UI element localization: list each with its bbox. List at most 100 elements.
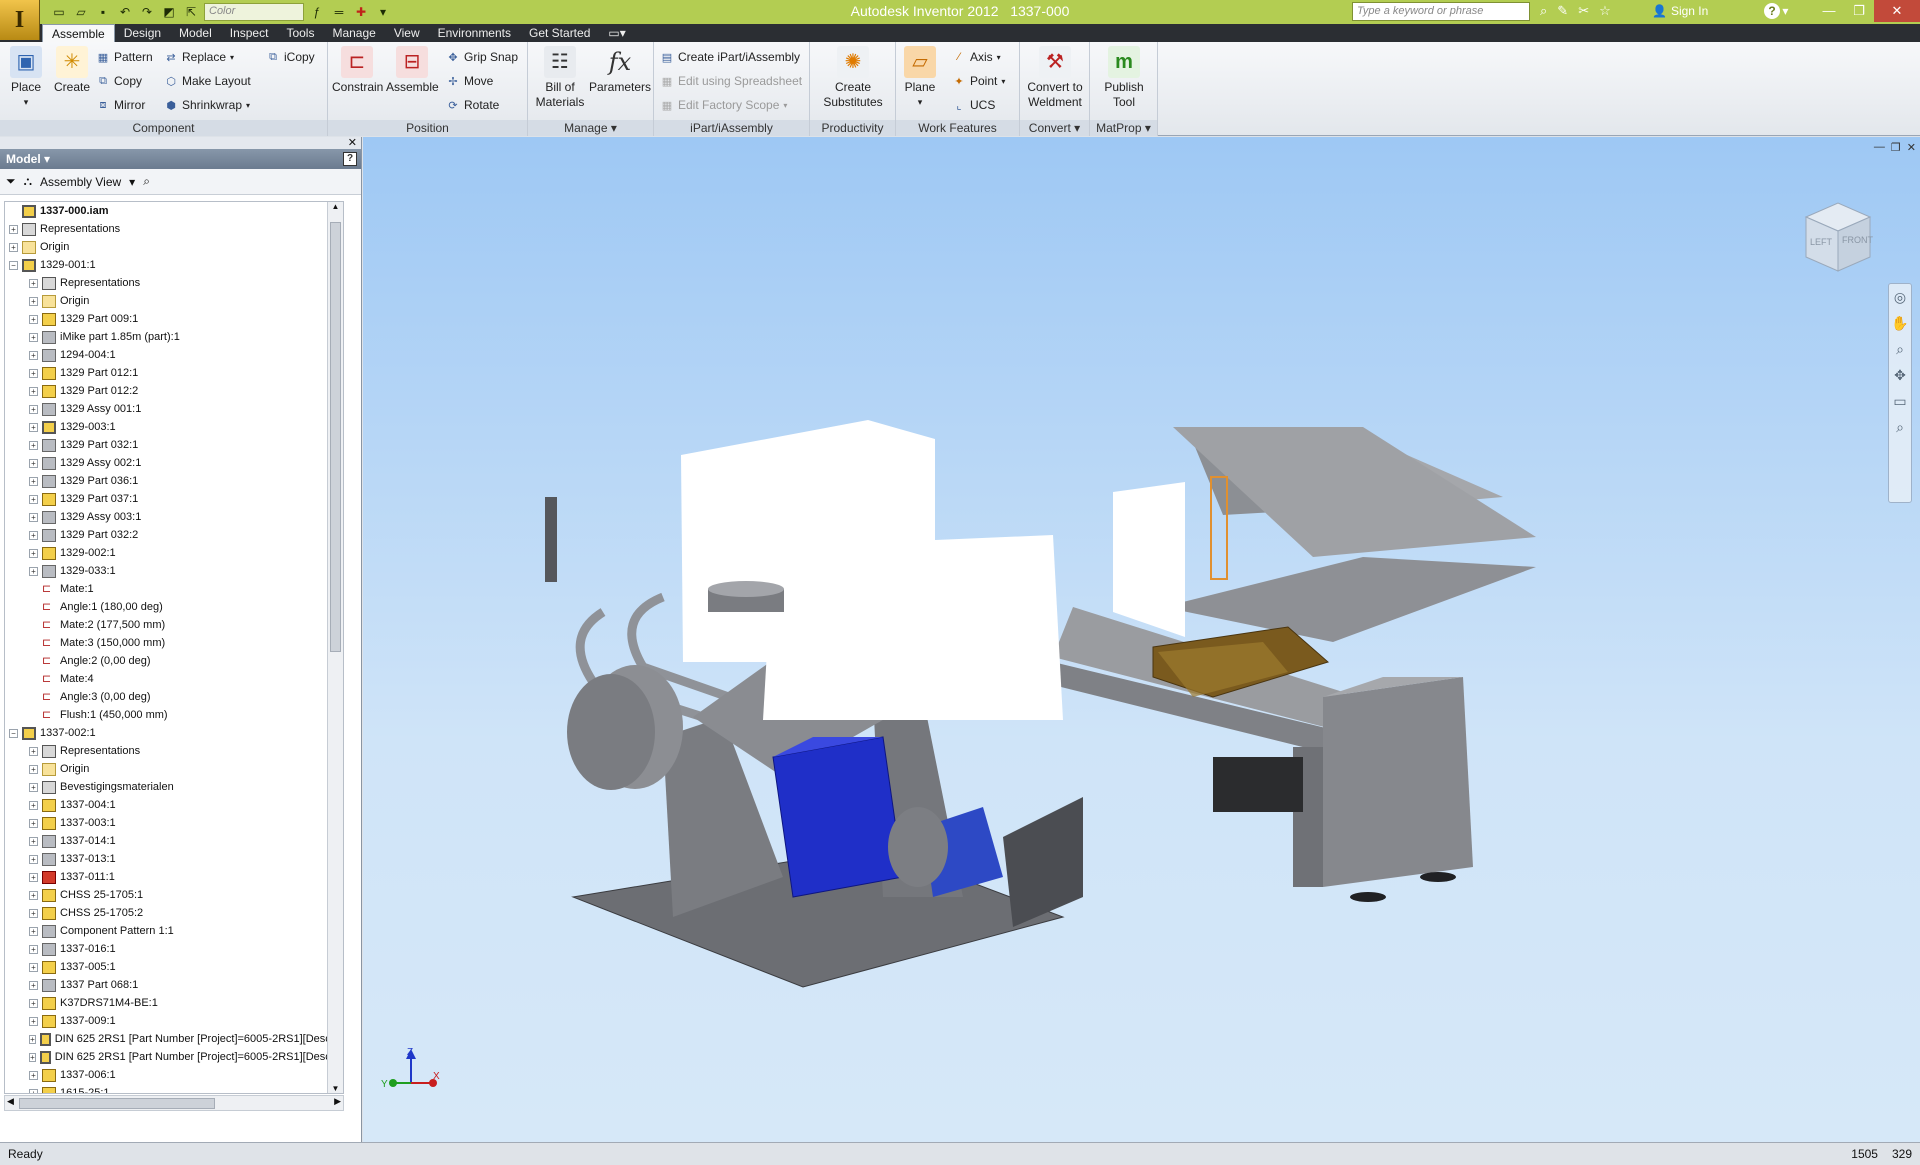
expand-toggle-icon[interactable]: + <box>29 944 38 954</box>
tree-node[interactable]: +1337-004:1 <box>5 796 343 814</box>
tab-manage[interactable]: Manage <box>323 24 384 42</box>
ucs-button[interactable]: ⌞ UCS <box>952 96 995 114</box>
tree-node[interactable]: +1329-033:1 <box>5 562 343 580</box>
tree-node[interactable]: + iMike part 1.85m (part):1 <box>5 328 343 346</box>
tree-node[interactable]: +1329 Part 009:1 <box>5 310 343 328</box>
expand-toggle-icon[interactable]: + <box>29 314 38 324</box>
bill-of-materials-button[interactable]: ☷ Bill of Materials <box>532 46 588 110</box>
expand-toggle-icon[interactable]: + <box>29 746 38 756</box>
help-search-input[interactable]: Type a keyword or phrase <box>1352 2 1530 21</box>
expand-toggle-icon[interactable]: + <box>29 1034 36 1044</box>
tree-node[interactable]: ⊏ Mate:4 <box>5 670 343 688</box>
tree-node[interactable]: +1329 Assy 002:1 <box>5 454 343 472</box>
expand-toggle-icon[interactable]: + <box>9 224 18 234</box>
tree-node[interactable]: ⊏ Angle:1 (180,00 deg) <box>5 598 343 616</box>
expand-toggle-icon[interactable]: + <box>29 278 38 288</box>
open-file-icon[interactable]: ▱ <box>72 4 90 20</box>
expand-toggle-icon[interactable]: + <box>29 1088 38 1093</box>
ribbon-options-icon[interactable]: ▭▾ <box>599 24 634 42</box>
expand-toggle-icon[interactable]: + <box>29 782 38 792</box>
create-substitutes-button[interactable]: ✺ Create Substitutes <box>818 46 888 110</box>
add-icon[interactable]: ✚ <box>352 4 370 20</box>
tree-node[interactable]: +1337-009:1 <box>5 1012 343 1030</box>
expand-toggle-icon[interactable]: + <box>29 800 38 810</box>
tree-node[interactable]: − 1329-001:1 <box>5 256 343 274</box>
tree-node[interactable]: +1329 Part 032:2 <box>5 526 343 544</box>
convert-panel-label[interactable]: Convert ▾ <box>1020 120 1089 136</box>
tree-node[interactable]: ⊏ Angle:3 (0,00 deg) <box>5 688 343 706</box>
expand-toggle-icon[interactable]: + <box>29 530 38 540</box>
expand-toggle-icon[interactable]: + <box>9 242 18 252</box>
redo-icon[interactable]: ↷ <box>138 4 156 20</box>
tree-node[interactable]: +1337-003:1 <box>5 814 343 832</box>
undo-icon[interactable]: ↶ <box>116 4 134 20</box>
help-icon[interactable]: ? <box>343 152 357 166</box>
pattern-button[interactable]: ▦ Pattern <box>96 48 153 66</box>
expand-toggle-icon[interactable]: + <box>29 350 38 360</box>
filter-icon[interactable]: ⏷ <box>6 174 16 189</box>
save-icon[interactable]: ▪ <box>94 4 112 20</box>
select-icon[interactable]: ⇱ <box>182 4 200 20</box>
tree-node[interactable]: +1329 Part 012:2 <box>5 382 343 400</box>
tree-node[interactable]: +1329 Part 012:1 <box>5 364 343 382</box>
expand-toggle-icon[interactable]: + <box>29 764 38 774</box>
expand-toggle-icon[interactable]: + <box>29 908 38 918</box>
parameters-button[interactable]: fx Parameters <box>588 46 652 95</box>
replace-button[interactable]: ⇄ Replace ▾ <box>164 48 234 66</box>
expand-toggle-icon[interactable]: + <box>29 566 38 576</box>
move-button[interactable]: ✢ Move <box>446 72 493 90</box>
tree-node[interactable]: +1337 Part 068:1 <box>5 976 343 994</box>
grip-snap-button[interactable]: ✥ Grip Snap <box>446 48 518 66</box>
tab-view[interactable]: View <box>385 24 429 42</box>
wrench-icon[interactable]: ✎ <box>1557 3 1568 19</box>
application-menu-button[interactable]: I <box>0 0 40 40</box>
tab-inspect[interactable]: Inspect <box>221 24 278 42</box>
tree-node[interactable]: +1329 Part 032:1 <box>5 436 343 454</box>
copy-button[interactable]: ⧉ Copy <box>96 72 142 90</box>
plane-button[interactable]: ▱ Plane ▾ <box>900 46 940 110</box>
edit-spreadsheet-button[interactable]: ▦ Edit using Spreadsheet <box>660 72 802 90</box>
rotate-button[interactable]: ⟳ Rotate <box>446 96 499 114</box>
publish-tool-button[interactable]: m Publish Tool <box>1096 46 1152 110</box>
expand-toggle-icon[interactable]: + <box>29 818 38 828</box>
expand-toggle-icon[interactable]: + <box>29 1070 38 1080</box>
close-icon[interactable]: ✕ <box>1874 0 1920 22</box>
tree-node[interactable]: +1337-006:1 <box>5 1066 343 1084</box>
icopy-button[interactable]: ⧉ iCopy <box>266 48 315 66</box>
expand-toggle-icon[interactable]: + <box>29 296 38 306</box>
tree-node[interactable]: + Representations <box>5 220 343 238</box>
tree-node[interactable]: + DIN 625 2RS1 [Part Number [Project]=600… <box>5 1030 343 1048</box>
color-style-combo[interactable]: Color <box>204 3 304 21</box>
new-file-icon[interactable]: ▭ <box>50 4 68 20</box>
expand-toggle-icon[interactable]: + <box>29 890 38 900</box>
tree-node[interactable]: +1294-004:1 <box>5 346 343 364</box>
chevron-down-icon[interactable]: ▾ <box>129 175 135 189</box>
tree-node[interactable]: +1337-011:1 <box>5 868 343 886</box>
help-icon[interactable]: ? <box>1764 3 1780 19</box>
create-ipart-button[interactable]: ▤ Create iPart/iAssembly <box>660 48 800 66</box>
tree-node[interactable]: + Origin <box>5 238 343 256</box>
tree-node[interactable]: +1337-013:1 <box>5 850 343 868</box>
expand-toggle-icon[interactable]: + <box>29 962 38 972</box>
create-button[interactable]: ✳ Create <box>52 46 92 95</box>
expand-toggle-icon[interactable]: + <box>29 422 38 432</box>
scrollbar-thumb[interactable] <box>19 1098 215 1109</box>
browser-header[interactable]: Model ▾? <box>0 149 361 169</box>
expand-toggle-icon[interactable]: + <box>29 332 38 342</box>
expand-toggle-icon[interactable]: − <box>9 728 18 738</box>
minimize-icon[interactable]: — <box>1814 0 1844 22</box>
tree-node[interactable]: +1337-016:1 <box>5 940 343 958</box>
constrain-button[interactable]: ⊏ Constrain <box>332 46 383 95</box>
expand-toggle-icon[interactable]: + <box>29 926 38 936</box>
assemble-button[interactable]: ⊟ Assemble <box>386 46 439 95</box>
place-button[interactable]: ▣ Place ▾ <box>6 46 46 110</box>
formula-icon[interactable]: ƒ <box>308 4 326 20</box>
expand-toggle-icon[interactable]: + <box>29 854 38 864</box>
expand-toggle-icon[interactable]: + <box>29 998 38 1008</box>
tree-node[interactable]: +1329 Assy 003:1 <box>5 508 343 526</box>
measure-icon[interactable]: ═ <box>330 4 348 20</box>
manage-panel-label[interactable]: Manage ▾ <box>528 120 653 136</box>
tree-node[interactable]: +1337-005:1 <box>5 958 343 976</box>
tree-node[interactable]: +1329-003:1 <box>5 418 343 436</box>
subscription-icon[interactable]: ✂ <box>1578 3 1589 19</box>
